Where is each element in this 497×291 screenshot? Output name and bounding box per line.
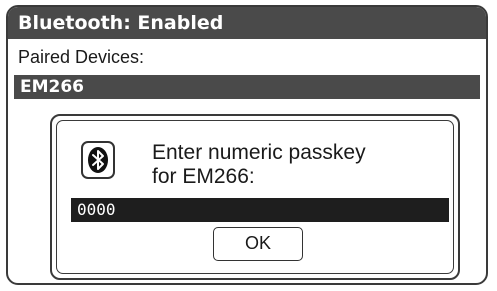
- bluetooth-screen: Bluetooth: Enabled Paired Devices: EM266…: [6, 5, 488, 285]
- passkey-prompt: Enter numeric passkey for EM266:: [152, 141, 366, 189]
- passkey-prompt-line1: Enter numeric passkey: [152, 141, 366, 164]
- passkey-dialog-frame: Enter numeric passkey for EM266: 0000 OK: [56, 120, 454, 274]
- passkey-dialog: Enter numeric passkey for EM266: 0000 OK: [50, 114, 460, 280]
- bluetooth-icon: [81, 141, 115, 179]
- paired-devices-label: Paired Devices:: [18, 47, 145, 67]
- ok-button[interactable]: OK: [213, 227, 303, 261]
- passkey-input[interactable]: 0000: [71, 198, 449, 222]
- passkey-prompt-line2: for EM266:: [152, 165, 255, 188]
- screen-title: Bluetooth: Enabled: [8, 7, 486, 39]
- paired-device-item[interactable]: EM266: [14, 75, 480, 99]
